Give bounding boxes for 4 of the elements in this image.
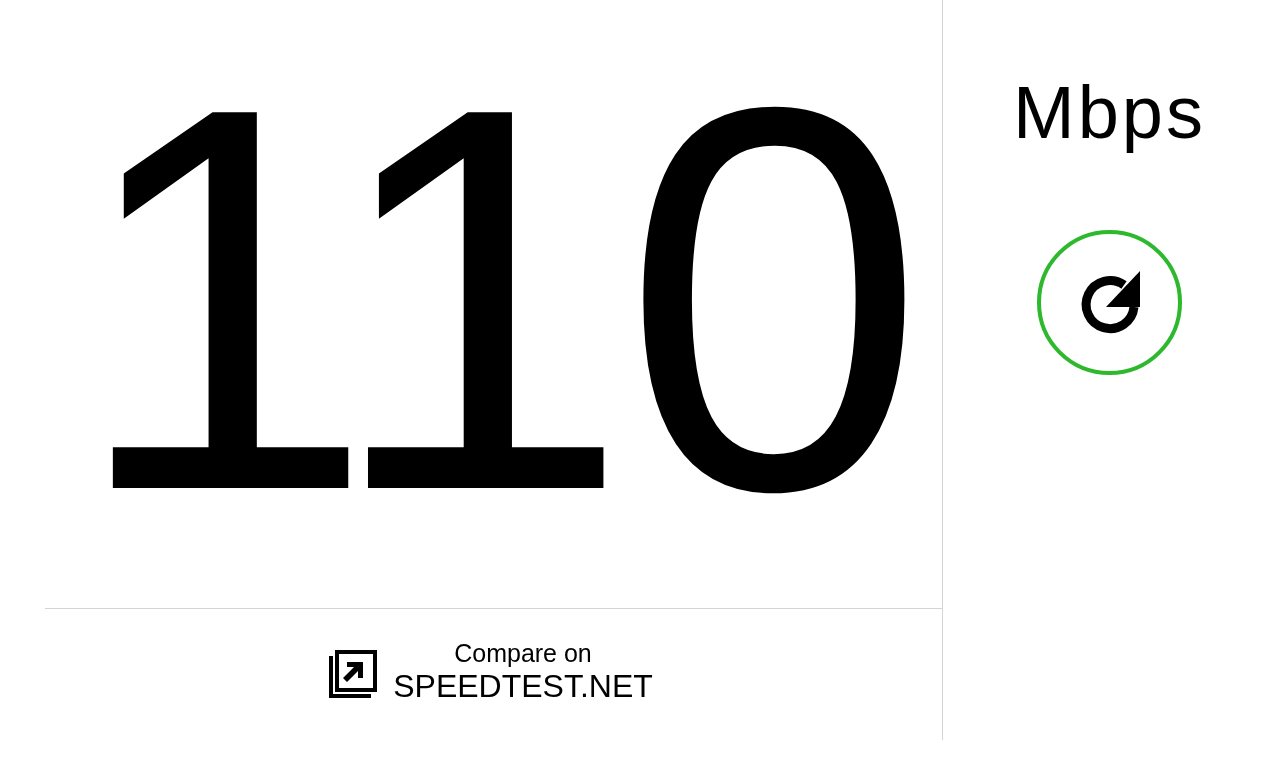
compare-label: Compare on (454, 641, 592, 666)
external-link-icon[interactable] (329, 650, 378, 698)
speedtest-link[interactable]: SPEEDTEST.NET (393, 670, 653, 702)
speed-value: 110 (71, 26, 918, 572)
